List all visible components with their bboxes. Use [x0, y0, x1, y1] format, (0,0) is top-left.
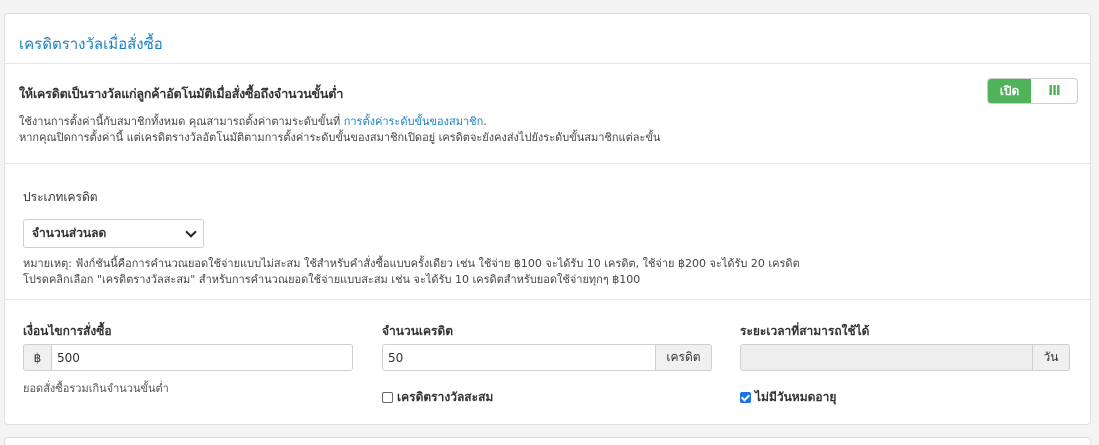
- cumulative-checkbox-row[interactable]: เครดิตรางวัลสะสม: [382, 388, 712, 407]
- credit-type-note: หมายเหตุ: ฟังก์ชันนี้คือการคำนวณยอดใช้จ่…: [23, 257, 800, 270]
- credit-type-select[interactable]: จำนวนส่วนลด: [23, 219, 204, 248]
- credit-amount-input[interactable]: 50: [382, 344, 656, 371]
- validity-input-group: วัน: [740, 344, 1070, 371]
- no-expiry-checkbox-row[interactable]: ไม่มีวันหมดอายุ: [740, 388, 1070, 407]
- credit-type-note-line2: โปรดคลิกเลือก "เครดิตรางวัลสะสม" สำหรับก…: [23, 273, 641, 286]
- chevron-down-icon: [185, 225, 197, 238]
- credit-amount-label: จำนวนเครดิต: [382, 324, 454, 338]
- cumulative-label: เครดิตรางวัลสะสม: [397, 390, 494, 404]
- reward-credit-panel: เครดิตรางวัลเมื่อสั่งซื้อ ให้เครดิตเป็นร…: [4, 13, 1091, 425]
- desc-suffix: .: [483, 115, 487, 128]
- no-expiry-label: ไม่มีวันหมดอายุ: [755, 390, 837, 404]
- toggle-on-button[interactable]: เปิด: [988, 79, 1031, 103]
- enable-heading: ให้เครดิตเป็นรางวัลแก่ลูกค้าอัตโนมัติเมื…: [19, 86, 344, 101]
- credit-unit-addon: เครดิต: [656, 344, 712, 371]
- credit-amount-input-group: 50 เครดิต: [382, 344, 712, 371]
- currency-addon: ฿: [23, 344, 51, 371]
- no-expiry-checkbox[interactable]: [740, 392, 751, 403]
- validity-days-input[interactable]: [740, 344, 1033, 371]
- cumulative-checkbox[interactable]: [382, 392, 393, 403]
- toggle-off-button[interactable]: III: [1031, 79, 1077, 103]
- credit-amount-field: จำนวนเครดิต 50 เครดิต เครดิตรางวัลสะสม: [382, 322, 712, 407]
- days-unit-addon: วัน: [1033, 344, 1070, 371]
- condition-input-group: ฿ 500: [23, 344, 353, 371]
- condition-field: เงื่อนไขการสั่งซื้อ ฿ 500 ยอดสั่งซื้อรวม…: [23, 322, 353, 397]
- credit-type-section: ประเภทเครดิต จำนวนส่วนลด หมายเหตุ: ฟังก์…: [5, 164, 1090, 300]
- next-panel-edge: [4, 437, 1091, 445]
- condition-help: ยอดสั่งซื้อรวมเกินจำนวนขั้นต่ำ: [23, 382, 169, 395]
- validity-label: ระยะเวลาที่สามารถใช้ได้: [740, 324, 870, 338]
- enable-section: ให้เครดิตเป็นรางวัลแก่ลูกค้าอัตโนมัติเมื…: [5, 64, 1090, 164]
- rule-fields-section: เงื่อนไขการสั่งซื้อ ฿ 500 ยอดสั่งซื้อรวม…: [5, 300, 1090, 423]
- condition-label: เงื่อนไขการสั่งซื้อ: [23, 324, 112, 338]
- enable-description-line2: หากคุณปิดการตั้งค่านี้ แต่เครดิตรางวัลอั…: [19, 131, 661, 144]
- validity-field: ระยะเวลาที่สามารถใช้ได้ วัน ไม่มีวันหมดอ…: [740, 322, 1070, 407]
- enable-description: ใช้งานการตั้งค่านี้กับสมาชิกทั้งหมด คุณส…: [19, 114, 1076, 130]
- credit-type-selected: จำนวนส่วนลด: [32, 226, 107, 240]
- desc-prefix: ใช้งานการตั้งค่านี้กับสมาชิกทั้งหมด คุณส…: [19, 115, 344, 128]
- order-amount-input[interactable]: 500: [51, 344, 353, 371]
- member-tier-settings-link[interactable]: การตั้งค่าระดับขั้นของสมาชิก: [344, 115, 484, 128]
- panel-header: เครดิตรางวัลเมื่อสั่งซื้อ: [5, 14, 1090, 64]
- panel-title: เครดิตรางวัลเมื่อสั่งซื้อ: [19, 35, 163, 53]
- enable-toggle[interactable]: เปิด III: [987, 78, 1078, 104]
- credit-type-label: ประเภทเครดิต: [23, 190, 98, 204]
